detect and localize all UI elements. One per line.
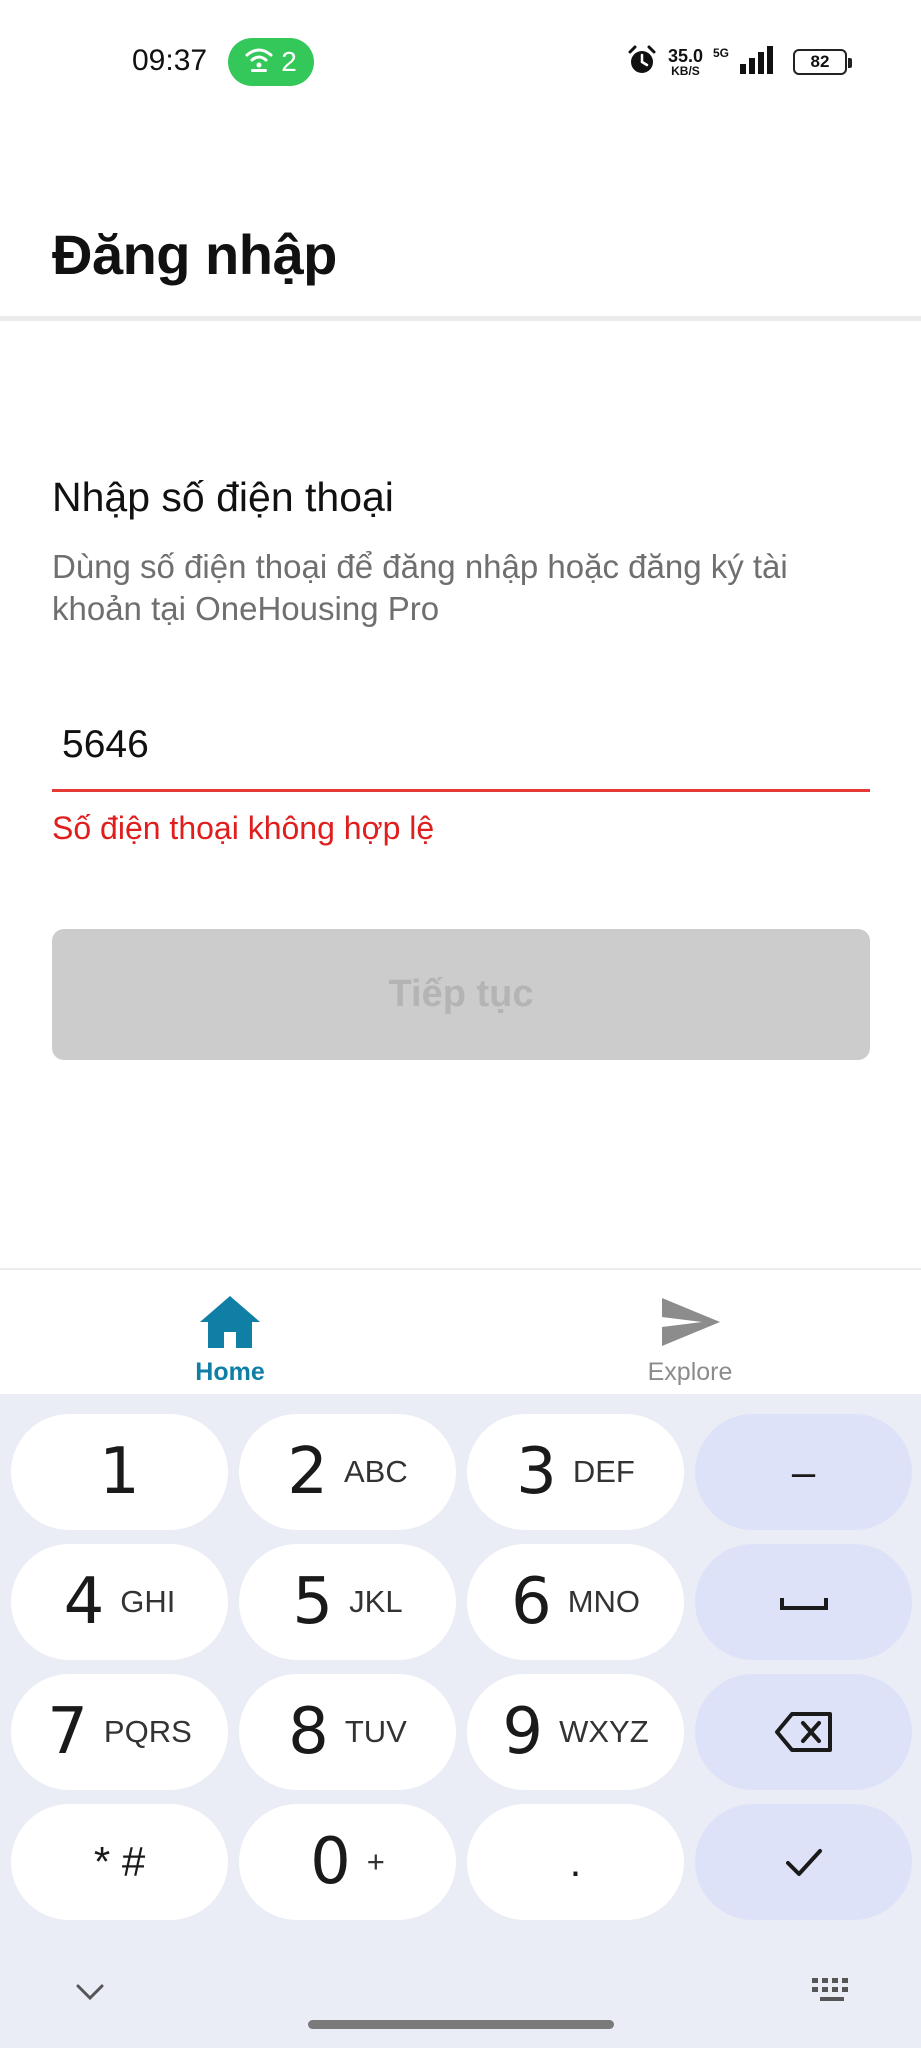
status-bar: 09:37 2 35.0 KB/S 5G 82 xyxy=(0,0,921,120)
key-2[interactable]: 2 ABC xyxy=(239,1414,456,1530)
key-7[interactable]: 7 PQRS xyxy=(11,1674,228,1790)
key-4[interactable]: 4 GHI xyxy=(11,1544,228,1660)
phone-section-description: Dùng số điện thoại để đăng nhập hoặc đăn… xyxy=(52,548,788,627)
wifi-icon xyxy=(245,46,273,79)
nav-label-explore: Explore xyxy=(647,1358,733,1386)
page-title: Đăng nhập xyxy=(52,223,337,286)
continue-button[interactable]: Tiếp tục xyxy=(52,929,870,1060)
send-icon xyxy=(662,1298,720,1346)
bottom-navigation: Home Explore xyxy=(0,1268,921,1394)
backspace-icon xyxy=(774,1712,832,1752)
key-backspace[interactable] xyxy=(695,1674,912,1790)
key-6[interactable]: 6 MNO xyxy=(467,1544,684,1660)
key-space[interactable] xyxy=(695,1544,912,1660)
header-divider xyxy=(0,316,921,321)
keyboard-icon[interactable] xyxy=(810,1976,854,2004)
status-icons: 35.0 KB/S 5G 82 xyxy=(626,42,852,82)
home-icon xyxy=(200,1296,260,1348)
key-period[interactable]: . xyxy=(467,1804,684,1920)
checkmark-icon xyxy=(785,1849,822,1876)
key-3[interactable]: 3 DEF xyxy=(467,1414,684,1530)
key-0[interactable]: 0 + xyxy=(239,1804,456,1920)
phone-section-title: Nhập số điện thoại xyxy=(52,474,394,520)
key-done[interactable] xyxy=(695,1804,912,1920)
key-1[interactable]: 1 xyxy=(11,1414,228,1530)
wifi-count: 2 xyxy=(281,46,297,77)
nav-item-explore[interactable]: Explore xyxy=(540,1270,840,1396)
key-8[interactable]: 8 TUV xyxy=(239,1674,456,1790)
key-star-hash[interactable]: * # xyxy=(11,1804,228,1920)
wifi-hotspot-badge: 2 xyxy=(228,38,314,86)
signal-icon xyxy=(739,45,775,79)
network-speed: 35.0 KB/S xyxy=(667,46,703,78)
key-dash[interactable]: – xyxy=(695,1414,912,1530)
key-5[interactable]: 5 JKL xyxy=(239,1544,456,1660)
nav-item-home[interactable]: Home xyxy=(80,1270,380,1396)
status-time: 09:37 xyxy=(132,44,208,77)
numeric-keyboard: 1 2 ABC 3 DEF – 4 GHI 5 JKL 6 MNO 7 PQRS… xyxy=(0,1394,921,2048)
phone-error-message: Số điện thoại không hợp lệ xyxy=(52,810,435,846)
home-indicator[interactable] xyxy=(308,2020,614,2029)
key-9[interactable]: 9 WXYZ xyxy=(467,1674,684,1790)
phone-input[interactable] xyxy=(52,700,870,792)
space-icon xyxy=(779,1598,828,1610)
nav-label-home: Home xyxy=(195,1358,265,1386)
network-type: 5G xyxy=(712,46,729,60)
battery-icon: 82 xyxy=(793,49,852,75)
alarm-icon xyxy=(626,44,658,81)
chevron-down-icon[interactable] xyxy=(72,1980,108,2004)
